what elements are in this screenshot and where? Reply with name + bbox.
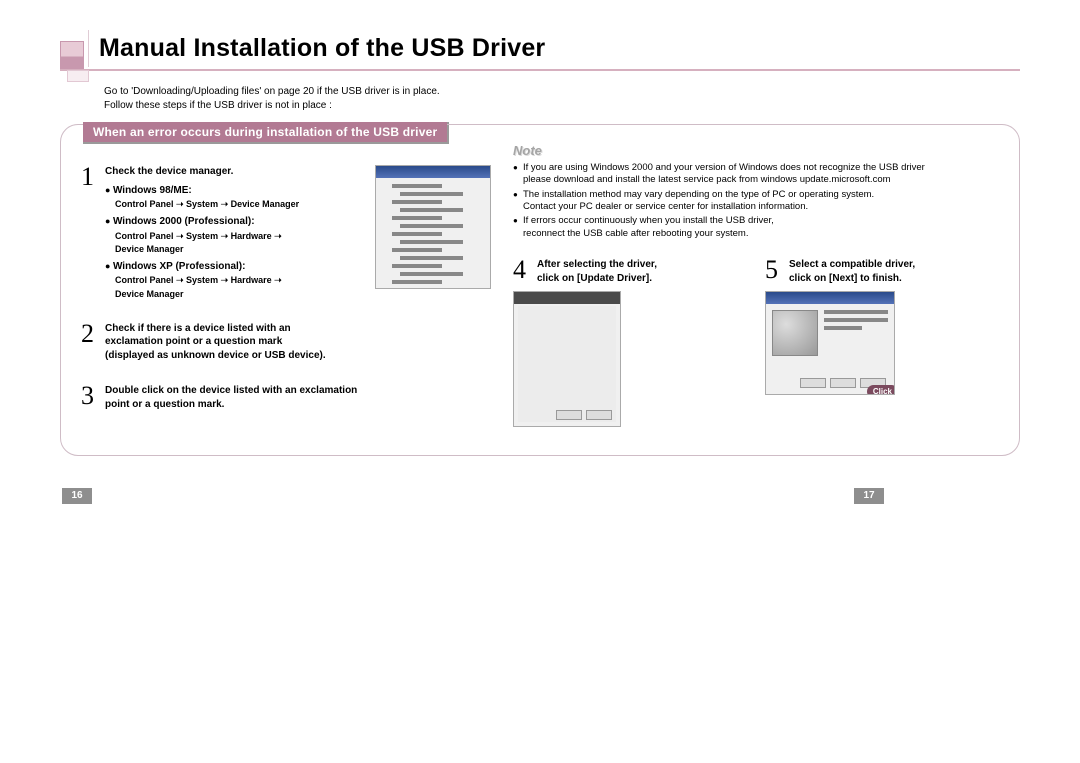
- page-number-left: 16: [62, 488, 92, 504]
- screenshot-tree-icon: [384, 184, 474, 288]
- step-number-1: 1: [81, 165, 97, 300]
- page-number-right: 17: [854, 488, 884, 504]
- step-3: 3 Double click on the device listed with…: [81, 384, 491, 411]
- step-number-4: 4: [513, 258, 529, 285]
- section-subtitle: When an error occurs during installation…: [83, 122, 447, 142]
- os-win2000-path-1: Control Panel ➝ System ➝ Hardware ➝: [115, 230, 361, 242]
- click-badge: Click: [867, 385, 895, 395]
- step-4-line-1: After selecting the driver,: [537, 258, 747, 272]
- header-ornament-icon: [60, 41, 84, 69]
- os-win98: Windows 98/ME:: [105, 184, 361, 198]
- properties-dialog-screenshot: [513, 291, 621, 427]
- page-title: Manual Installation of the USB Driver: [88, 30, 553, 67]
- step-1-heading: Check the device manager.: [105, 165, 361, 179]
- left-column: 1 Check the device manager. Windows 98/M…: [81, 143, 491, 427]
- intro-line-2: Follow these steps if the USB driver is …: [104, 99, 1020, 113]
- intro-text: Go to 'Downloading/Uploading files' on p…: [104, 85, 1020, 112]
- step-4-line-2: click on [Update Driver].: [537, 272, 747, 286]
- note-list: If you are using Windows 2000 and your v…: [513, 162, 999, 240]
- note-item-3: If errors occur continuously when you in…: [513, 215, 999, 240]
- step-2-line-2: exclamation point or a question mark: [105, 335, 491, 349]
- right-column: Note If you are using Windows 2000 and y…: [513, 143, 999, 427]
- os-winxp-path-1: Control Panel ➝ System ➝ Hardware ➝: [115, 274, 361, 286]
- step-4-block: 4 After selecting the driver, click on […: [513, 258, 747, 427]
- os-win2000-path-2: Device Manager: [115, 243, 361, 255]
- intro-line-1: Go to 'Downloading/Uploading files' on p…: [104, 85, 1020, 99]
- title-bar: Manual Installation of the USB Driver: [60, 30, 1020, 71]
- dialog-buttons-icon: [556, 410, 612, 420]
- device-manager-screenshot: [375, 165, 491, 289]
- note-header: Note: [513, 143, 999, 158]
- step-2-line-1: Check if there is a device listed with a…: [105, 322, 491, 336]
- step-2: 2 Check if there is a device listed with…: [81, 322, 491, 363]
- wizard-dialog-screenshot: Click: [765, 291, 895, 395]
- step-5-block: 5 Select a compatible driver, click on […: [765, 258, 999, 427]
- os-winxp: Windows XP (Professional):: [105, 260, 361, 274]
- content-panel: When an error occurs during installation…: [60, 124, 1020, 456]
- note-item-1: If you are using Windows 2000 and your v…: [513, 162, 999, 187]
- step-number-5: 5: [765, 258, 781, 285]
- step-5-line-2: click on [Next] to finish.: [789, 272, 999, 286]
- step-2-line-3: (displayed as unknown device or USB devi…: [105, 349, 491, 363]
- step-1: 1 Check the device manager. Windows 98/M…: [81, 165, 361, 300]
- os-win2000: Windows 2000 (Professional):: [105, 215, 361, 229]
- wizard-illustration-icon: [772, 310, 818, 356]
- step-5-line-1: Select a compatible driver,: [789, 258, 999, 272]
- step-number-2: 2: [81, 322, 97, 363]
- step-3-line-2: point or a question mark.: [105, 398, 491, 412]
- step-number-3: 3: [81, 384, 97, 411]
- os-win98-path: Control Panel ➝ System ➝ Device Manager: [115, 198, 361, 210]
- step-3-line-1: Double click on the device listed with a…: [105, 384, 491, 398]
- note-item-2: The installation method may vary dependi…: [513, 189, 999, 214]
- os-winxp-path-2: Device Manager: [115, 288, 361, 300]
